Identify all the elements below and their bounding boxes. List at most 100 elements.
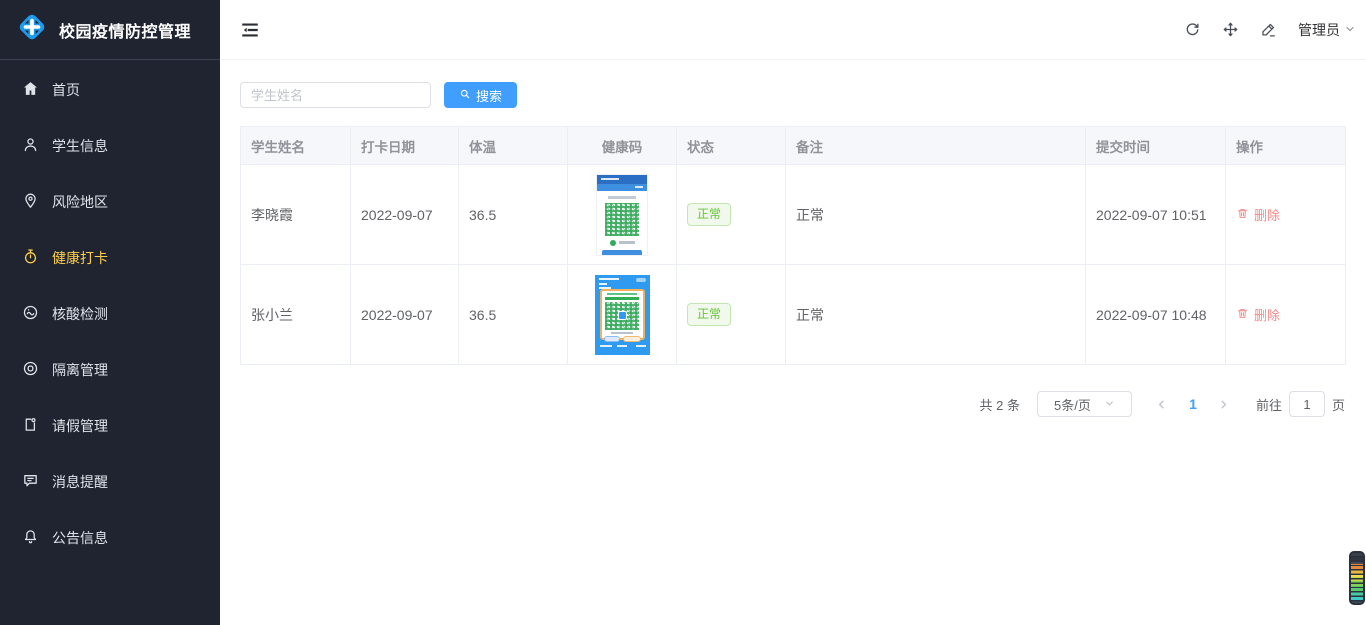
page-size-select[interactable]: 5条/页 xyxy=(1036,391,1132,417)
refresh-icon[interactable] xyxy=(1184,21,1201,38)
sidebar-item-label: 隔离管理 xyxy=(52,362,108,378)
trash-icon xyxy=(1236,207,1249,223)
sidebar-item-health-checkin[interactable]: 健康打卡 xyxy=(0,230,220,286)
search-icon xyxy=(459,88,471,103)
cell-health-code xyxy=(567,264,677,365)
search-toolbar: 搜索 xyxy=(240,82,1345,108)
cell-checkin-date: 2022-09-07 xyxy=(350,264,459,365)
hc-sub-header xyxy=(597,183,647,191)
table-header-row: 学生姓名 打卡日期 体温 健康码 状态 备注 提交时间 操作 xyxy=(240,126,1346,165)
cell-status: 正常 xyxy=(676,264,786,365)
hc-blue-button xyxy=(602,249,642,255)
page-number-1[interactable]: 1 xyxy=(1178,396,1208,412)
hc-app-header xyxy=(597,174,647,184)
sidebar-item-messages[interactable]: 消息提醒 xyxy=(0,454,220,510)
user-label: 管理员 xyxy=(1298,21,1340,38)
location-pin-icon xyxy=(22,192,39,212)
sidebar-item-isolation[interactable]: 隔离管理 xyxy=(0,342,220,398)
col-submit-time: 提交时间 xyxy=(1085,126,1226,165)
topbar-actions: 管理员 xyxy=(1184,20,1356,40)
col-temperature: 体温 xyxy=(458,126,568,165)
hc-app-header xyxy=(595,275,650,289)
search-button[interactable]: 搜索 xyxy=(444,82,517,108)
cell-actions: 删除 xyxy=(1225,164,1346,265)
sidebar-item-nucleic-test[interactable]: 核酸检测 xyxy=(0,286,220,342)
pagination: 共 2 条 5条/页 1 前往 页 xyxy=(240,391,1345,417)
delete-button[interactable]: 删除 xyxy=(1236,205,1280,224)
chevron-down-icon xyxy=(1104,397,1115,412)
sidebar: 校园疫情防控管理 首页 学生信息 风险地区 健康打卡 核酸检测 隔离管理 请假管… xyxy=(0,0,220,625)
nucleic-test-icon xyxy=(22,304,39,324)
sidebar-item-label: 公告信息 xyxy=(52,530,108,546)
home-icon xyxy=(22,80,39,100)
sidebar-item-label: 消息提醒 xyxy=(52,474,108,490)
cell-actions: 删除 xyxy=(1225,264,1346,365)
sidebar-item-label: 风险地区 xyxy=(52,194,108,210)
qr-code xyxy=(605,202,639,236)
col-health-code: 健康码 xyxy=(567,126,677,165)
cell-student-name: 李晓霞 xyxy=(240,164,351,265)
next-page-button[interactable] xyxy=(1208,391,1240,417)
user-menu[interactable]: 管理员 xyxy=(1298,20,1356,40)
qr-code xyxy=(605,301,639,330)
page-content: 搜索 学生姓名 打卡日期 体温 健康码 状态 备注 提交时间 操作 xyxy=(220,60,1366,417)
leave-form-icon xyxy=(22,416,39,436)
hc-text-line xyxy=(608,195,636,199)
col-actions: 操作 xyxy=(1225,126,1346,165)
trash-icon xyxy=(1236,307,1249,323)
delete-button[interactable]: 删除 xyxy=(1236,305,1280,324)
col-remark: 备注 xyxy=(785,126,1086,165)
col-checkin-date: 打卡日期 xyxy=(350,126,459,165)
delete-label: 删除 xyxy=(1254,208,1281,223)
user-icon xyxy=(22,136,39,156)
cell-student-name: 张小兰 xyxy=(240,264,351,365)
cell-submit-time: 2022-09-07 10:48 xyxy=(1085,264,1226,365)
health-code-image[interactable] xyxy=(594,274,650,355)
main-area: 管理员 搜索 学生姓名 打卡日期 体温 健康码 xyxy=(220,0,1366,625)
sidebar-item-label: 首页 xyxy=(52,82,80,98)
app-logo-row: 校园疫情防控管理 xyxy=(0,0,220,60)
cell-checkin-date: 2022-09-07 xyxy=(350,164,459,265)
app-title: 校园疫情防控管理 xyxy=(59,23,192,41)
stopwatch-icon xyxy=(22,248,39,268)
chevron-down-icon xyxy=(1344,22,1356,38)
sidebar-collapse-icon[interactable] xyxy=(240,20,260,40)
goto-page: 前往 页 xyxy=(1256,391,1345,417)
status-badge: 正常 xyxy=(687,303,732,326)
topbar: 管理员 xyxy=(220,0,1366,60)
medical-cross-diamond-icon xyxy=(15,10,49,49)
edit-pen-icon[interactable] xyxy=(1260,21,1277,38)
health-code-image[interactable] xyxy=(597,174,647,255)
table-row: 张小兰 2022-09-07 36.5 正常 正常 2022-09-07 10:… xyxy=(240,264,1346,365)
sidebar-item-label: 核酸检测 xyxy=(52,306,108,322)
page-size-value: 5条/页 xyxy=(1054,397,1091,413)
search-input[interactable] xyxy=(240,82,431,108)
goto-page-input[interactable] xyxy=(1288,391,1325,417)
cell-submit-time: 2022-09-07 10:51 xyxy=(1085,164,1226,265)
health-checkin-table: 学生姓名 打卡日期 体温 健康码 状态 备注 提交时间 操作 李晓霞 2022-… xyxy=(240,126,1346,365)
goto-label: 前往 xyxy=(1255,397,1282,413)
hc-footer xyxy=(595,340,650,352)
pagination-total: 共 2 条 xyxy=(979,397,1020,413)
cell-remark: 正常 xyxy=(785,264,1086,365)
sidebar-item-label: 学生信息 xyxy=(52,138,108,154)
hc-code-card xyxy=(599,288,645,342)
sidebar-item-risk-area[interactable]: 风险地区 xyxy=(0,174,220,230)
color-strip-widget[interactable] xyxy=(1349,551,1365,605)
sidebar-menu: 首页 学生信息 风险地区 健康打卡 核酸检测 隔离管理 请假管理 消息提醒 公告… xyxy=(0,60,220,566)
sidebar-item-student-info[interactable]: 学生信息 xyxy=(0,118,220,174)
goto-unit-label: 页 xyxy=(1331,397,1345,413)
sidebar-item-home[interactable]: 首页 xyxy=(0,62,220,118)
cell-health-code xyxy=(567,164,677,265)
isolation-icon xyxy=(22,360,39,380)
sidebar-item-leave[interactable]: 请假管理 xyxy=(0,398,220,454)
prev-page-button[interactable] xyxy=(1146,391,1178,417)
delete-label: 删除 xyxy=(1254,308,1281,323)
cell-temperature: 36.5 xyxy=(458,164,568,265)
sidebar-item-label: 请假管理 xyxy=(52,418,108,434)
table-row: 李晓霞 2022-09-07 36.5 正常 正常 2022-09-07 10:… xyxy=(240,164,1346,265)
status-badge: 正常 xyxy=(687,203,732,226)
sidebar-item-announcements[interactable]: 公告信息 xyxy=(0,510,220,566)
move-icon[interactable] xyxy=(1222,21,1239,38)
cell-remark: 正常 xyxy=(785,164,1086,265)
